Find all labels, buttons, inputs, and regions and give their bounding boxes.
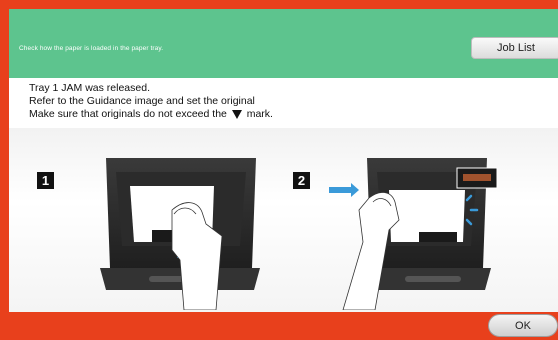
- guidance-instruction-text: Refer to the Guidance image and set the …: [29, 95, 255, 107]
- max-mark-text-after: mark.: [246, 108, 273, 120]
- tray-illustration-1: [100, 158, 260, 310]
- max-mark-text: Make sure that originals do not exceed t…: [29, 108, 273, 120]
- header-message: Check how the paper is loaded in the pap…: [19, 45, 164, 52]
- max-mark-triangle-icon: [231, 109, 242, 119]
- ok-button[interactable]: OK: [488, 314, 558, 337]
- step-2-badge: 2: [293, 172, 310, 189]
- step-1-badge: 1: [37, 172, 54, 189]
- max-mark-text-before: Make sure that originals do not exceed t…: [29, 108, 227, 120]
- tray-illustration-2: [329, 158, 498, 310]
- job-list-button[interactable]: Job List: [471, 37, 558, 59]
- message-area: Tray 1 JAM was released. Refer to the Gu…: [9, 78, 558, 128]
- header-bar: Check how the paper is loaded in the pap…: [9, 9, 558, 78]
- guidance-image-area: 1 2: [9, 128, 558, 312]
- jam-released-text: Tray 1 JAM was released.: [29, 82, 150, 94]
